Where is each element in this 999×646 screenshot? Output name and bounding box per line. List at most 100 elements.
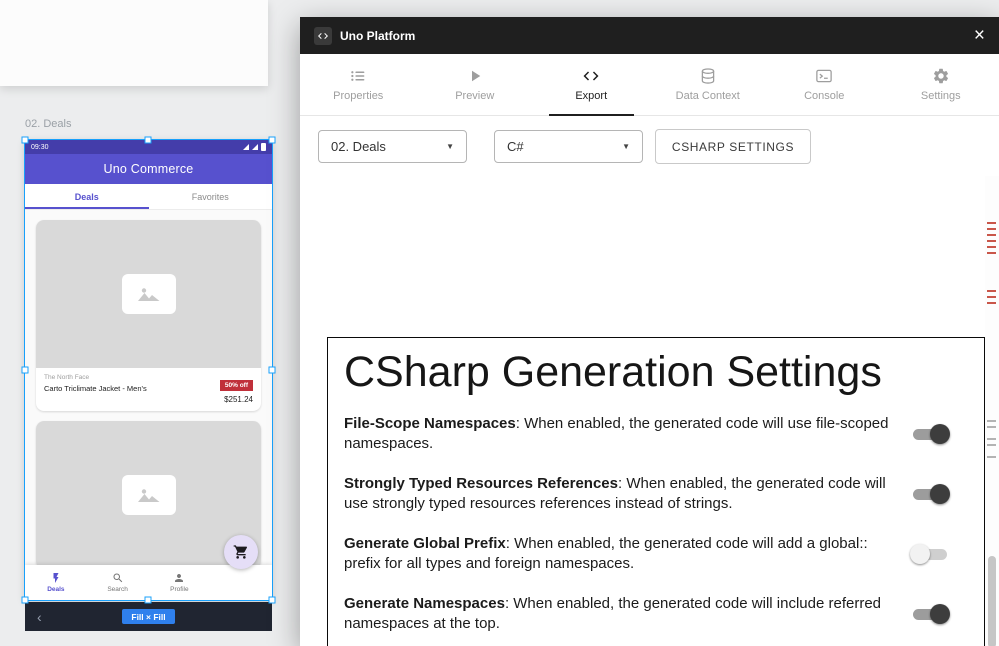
toggle-generate-namespaces[interactable] bbox=[910, 604, 950, 624]
minimap-mark bbox=[987, 302, 996, 304]
setting-row: Generate Global Prefix: When enabled, th… bbox=[344, 524, 968, 584]
partial-artboard bbox=[0, 0, 268, 86]
product-name: Carto Triclimate Jacket - Men's bbox=[44, 384, 147, 393]
signal-icon bbox=[243, 144, 249, 150]
frame-toolbar: ‹ Fill × Fill bbox=[25, 602, 272, 631]
app-title: Uno Commerce bbox=[104, 162, 194, 176]
product-image-placeholder bbox=[36, 220, 261, 368]
tab-data-context[interactable]: Data Context bbox=[650, 54, 767, 115]
wifi-icon bbox=[252, 144, 258, 150]
selection-handle-middle-left[interactable] bbox=[22, 367, 29, 374]
tab-console[interactable]: Console bbox=[766, 54, 883, 115]
artboard-label[interactable]: 02. Deals bbox=[25, 118, 71, 130]
selection-handle-top-left[interactable] bbox=[22, 137, 29, 144]
code-minimap[interactable] bbox=[985, 176, 999, 646]
chevron-down-icon: ▼ bbox=[622, 142, 630, 151]
switch-thumb bbox=[930, 424, 950, 444]
setting-row: File-Scope Namespaces: When enabled, the… bbox=[344, 404, 968, 464]
phone-bottom-nav: Deals Search Profile bbox=[25, 565, 272, 600]
phone-content: The North Face Carto Triclimate Jacket -… bbox=[25, 210, 272, 600]
csharp-settings-button[interactable]: CSHARP SETTINGS bbox=[655, 129, 811, 164]
vertical-scrollbar[interactable] bbox=[988, 556, 996, 646]
mountain-glyph bbox=[136, 485, 162, 505]
minimap-mark bbox=[987, 290, 996, 292]
minimap-mark bbox=[987, 438, 996, 440]
toggle-strongly-typed-resources[interactable] bbox=[910, 484, 950, 504]
nav-spacer bbox=[210, 565, 272, 600]
nav-label: Search bbox=[107, 586, 128, 593]
chevron-down-icon: ▼ bbox=[446, 142, 454, 151]
toggle-generate-global-prefix[interactable] bbox=[910, 544, 950, 564]
gear-icon bbox=[932, 67, 950, 85]
back-chevron-icon[interactable]: ‹ bbox=[37, 610, 42, 624]
selection-handle-bottom-middle[interactable] bbox=[145, 597, 152, 604]
selection-handle-bottom-left[interactable] bbox=[22, 597, 29, 604]
product-price: $251.24 bbox=[220, 395, 253, 404]
code-editor: 21 s => s 22 .Foreground(StatusBarForegr… bbox=[300, 176, 999, 646]
minimap-mark bbox=[987, 296, 996, 298]
switch-thumb bbox=[930, 604, 950, 624]
phone-artboard[interactable]: 09:30 Uno Commerce Deals Favorites bbox=[25, 140, 272, 600]
battery-icon bbox=[261, 143, 266, 151]
status-time: 09:30 bbox=[31, 144, 49, 151]
nav-item-search[interactable]: Search bbox=[87, 565, 149, 600]
tab-export[interactable]: Export bbox=[533, 54, 650, 115]
nav-item-profile[interactable]: Profile bbox=[149, 565, 211, 600]
selection-handle-middle-right[interactable] bbox=[269, 367, 276, 374]
properties-list-icon bbox=[349, 67, 367, 85]
product-info: The North Face Carto Triclimate Jacket -… bbox=[36, 368, 261, 411]
minimap-mark bbox=[987, 420, 996, 422]
setting-label: Generate Namespaces bbox=[344, 595, 505, 612]
tab-settings[interactable]: Settings bbox=[883, 54, 999, 115]
code-logo-icon bbox=[317, 30, 329, 42]
tab-preview[interactable]: Preview bbox=[417, 54, 534, 115]
tab-label: Properties bbox=[333, 90, 383, 102]
tab-properties[interactable]: Properties bbox=[300, 54, 417, 115]
tab-label: Data Context bbox=[676, 90, 740, 102]
product-card[interactable]: The North Face Carto Triclimate Jacket -… bbox=[36, 220, 261, 411]
person-icon bbox=[173, 572, 185, 584]
image-placeholder-icon bbox=[122, 274, 176, 314]
csharp-settings-modal: CSharp Generation Settings File-Scope Na… bbox=[327, 337, 985, 646]
setting-description: Strongly Typed Resources References: Whe… bbox=[344, 474, 892, 514]
minimap-mark bbox=[987, 222, 996, 224]
phone-tab-bar: Deals Favorites bbox=[25, 184, 272, 210]
setting-label: File-Scope Namespaces bbox=[344, 415, 516, 432]
tab-label: Preview bbox=[455, 90, 494, 102]
setting-label: Strongly Typed Resources References bbox=[344, 475, 618, 492]
close-icon[interactable]: × bbox=[974, 26, 985, 45]
language-select-value: C# bbox=[507, 139, 524, 154]
fill-size-badge[interactable]: Fill × Fill bbox=[122, 609, 174, 624]
language-select[interactable]: C# ▼ bbox=[494, 130, 643, 163]
toggle-file-scope-namespaces[interactable] bbox=[910, 424, 950, 444]
nav-label: Profile bbox=[170, 586, 188, 593]
minimap-mark bbox=[987, 240, 996, 242]
product-texts: The North Face Carto Triclimate Jacket -… bbox=[44, 374, 147, 393]
setting-label: Generate Global Prefix bbox=[344, 535, 506, 552]
selection-handle-bottom-right[interactable] bbox=[269, 597, 276, 604]
window-title: Uno Platform bbox=[340, 29, 415, 43]
tab-label: Console bbox=[804, 90, 844, 102]
database-icon bbox=[699, 67, 717, 85]
nav-label: Deals bbox=[47, 586, 64, 593]
phone-tab-deals[interactable]: Deals bbox=[25, 184, 149, 209]
selection-handle-top-right[interactable] bbox=[269, 137, 276, 144]
discount-badge: 50% off bbox=[220, 380, 253, 391]
window-titlebar[interactable]: Uno Platform × bbox=[300, 17, 999, 54]
search-icon bbox=[112, 572, 124, 584]
export-toolbar: 02. Deals ▼ C# ▼ CSHARP SETTINGS bbox=[300, 116, 999, 176]
modal-title: CSharp Generation Settings bbox=[344, 348, 968, 396]
tab-label: Export bbox=[575, 90, 607, 102]
terminal-icon bbox=[815, 67, 833, 85]
nav-item-deals[interactable]: Deals bbox=[25, 565, 87, 600]
selection-handle-top-middle[interactable] bbox=[145, 137, 152, 144]
setting-row: Generate Namespaces: When enabled, the g… bbox=[344, 584, 968, 644]
page-select[interactable]: 02. Deals ▼ bbox=[318, 130, 467, 163]
setting-description: File-Scope Namespaces: When enabled, the… bbox=[344, 414, 892, 454]
code-brackets-icon bbox=[582, 67, 600, 85]
phone-tab-label: Deals bbox=[75, 192, 99, 202]
screenshot-root: 02. Deals 09:30 Uno Commerce Deals Favor… bbox=[0, 0, 999, 646]
phone-tab-favorites[interactable]: Favorites bbox=[149, 184, 273, 209]
switch-thumb bbox=[930, 484, 950, 504]
cart-fab[interactable] bbox=[224, 535, 258, 569]
